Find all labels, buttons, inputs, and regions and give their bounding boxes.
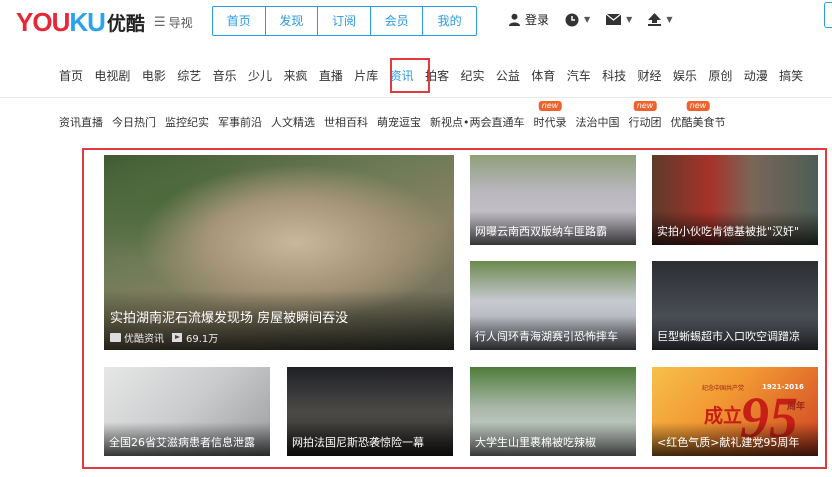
banner-top-text: 纪念中国共产党 xyxy=(702,385,745,392)
nav-divider xyxy=(0,97,832,98)
channel-item[interactable]: 电影 xyxy=(142,67,166,84)
logo-text: YOUKU xyxy=(16,6,106,37)
sub-nav-item[interactable]: 监控纪实 xyxy=(165,114,209,130)
banner-zhounian-text: 周年 xyxy=(787,402,806,412)
tab-vip[interactable]: 会员 xyxy=(371,7,424,35)
channel-item[interactable]: 汽车 xyxy=(567,67,591,84)
video-card[interactable]: 实拍小伙吃肯德基被批"汉奸" xyxy=(652,155,818,245)
sub-nav-item[interactable]: new 优酷美食节 xyxy=(671,101,726,130)
featured-plays: 69.1万 xyxy=(186,334,219,345)
video-card[interactable]: 网曝云南西双版纳车匪路霸 xyxy=(470,155,636,245)
channel-item[interactable]: 音乐 xyxy=(213,67,237,84)
video-title: 大学生山里裹棉被吃辣椒 xyxy=(475,436,596,449)
channel-item[interactable]: 纪实 xyxy=(460,67,484,84)
video-title: 网拍法国尼斯恐袭惊险一幕 xyxy=(292,436,424,449)
video-title: <红色气质>献礼建党95周年 xyxy=(657,436,800,449)
video-card[interactable]: 巨型蜥蜴超市入口吹空调蹭凉 xyxy=(652,261,818,350)
top-tabs: 首页 发现 订阅 会员 我的 xyxy=(212,6,477,36)
sub-nav-item[interactable]: new 行动团 xyxy=(629,101,662,130)
featured-meta: 优酷资讯 69.1万 xyxy=(110,330,218,345)
chevron-down-icon: ▼ xyxy=(584,15,591,24)
sub-nav-item[interactable]: 资讯直播 xyxy=(59,114,103,130)
user-icon xyxy=(508,13,521,26)
featured-title: 实拍湖南泥石流爆发现场 房屋被瞬间吞没 xyxy=(110,311,349,326)
upload-icon xyxy=(648,13,662,26)
mail-icon xyxy=(606,14,622,25)
sub-nav-item[interactable]: 军事前沿 xyxy=(218,114,262,130)
sub-nav-item[interactable]: 今日热门 xyxy=(112,114,156,130)
channel-item[interactable]: 直播 xyxy=(319,67,343,84)
channel-item[interactable]: 综艺 xyxy=(177,67,201,84)
chevron-down-icon: ▼ xyxy=(626,15,633,24)
guide-button[interactable]: ☰ 导视 xyxy=(154,14,193,31)
login-button[interactable]: 登录 xyxy=(508,11,549,28)
video-title: 行人闯环青海湖赛引恐怖摔车 xyxy=(475,330,618,343)
user-area: 登录 ▼ ▼ ▼ xyxy=(508,11,688,28)
youku-logo[interactable]: YOUKU 优酷 xyxy=(16,6,145,37)
video-card[interactable]: 网拍法国尼斯恐袭惊险一幕 xyxy=(287,367,453,456)
video-card[interactable]: 大学生山里裹棉被吃辣椒 xyxy=(470,367,636,456)
featured-source: 优酷资讯 xyxy=(124,334,164,345)
chevron-down-icon: ▼ xyxy=(666,15,673,24)
channel-item[interactable]: 电视剧 xyxy=(94,67,130,84)
new-badge: new xyxy=(686,101,710,111)
sub-nav-item[interactable]: 萌宠逗宝 xyxy=(377,114,421,130)
channel-item[interactable]: 财经 xyxy=(638,67,662,84)
tab-home[interactable]: 首页 xyxy=(213,7,266,35)
featured-video-card[interactable]: 实拍湖南泥石流爆发现场 房屋被瞬间吞没 优酷资讯 69.1万 xyxy=(104,155,454,350)
logo-cn-text: 优酷 xyxy=(106,12,145,35)
login-label: 登录 xyxy=(525,13,550,27)
sub-nav-item[interactable]: 世相百科 xyxy=(324,114,368,130)
new-badge: new xyxy=(633,101,657,111)
channel-item[interactable]: 动漫 xyxy=(744,67,768,84)
channel-item[interactable]: 公益 xyxy=(496,67,520,84)
channel-item[interactable]: 原创 xyxy=(708,67,732,84)
channel-item[interactable]: 科技 xyxy=(602,67,626,84)
channel-item[interactable]: 来疯 xyxy=(283,67,307,84)
play-count-icon xyxy=(172,333,182,342)
channel-item[interactable]: 首页 xyxy=(59,67,83,84)
tab-subscribe[interactable]: 订阅 xyxy=(318,7,371,35)
video-card[interactable]: 全国26省艾滋病患者信息泄露 xyxy=(104,367,270,456)
channel-item[interactable]: 片库 xyxy=(354,67,378,84)
video-title: 实拍小伙吃肯德基被批"汉奸" xyxy=(657,225,800,238)
tab-mine[interactable]: 我的 xyxy=(423,7,476,35)
history-menu[interactable]: ▼ xyxy=(565,13,590,27)
channel-item[interactable]: 娱乐 xyxy=(673,67,697,84)
sub-nav-item[interactable]: new 时代录 xyxy=(534,101,567,130)
channel-icon xyxy=(110,333,121,342)
channel-item[interactable]: 体育 xyxy=(531,67,555,84)
banner-years-text: 1921-2016 xyxy=(762,383,804,391)
video-card[interactable]: 纪念中国共产党 成立 95 1921-2016 周年 <红色气质>献礼建党95周… xyxy=(652,367,818,456)
guide-label: 导视 xyxy=(168,16,193,30)
video-title: 全国26省艾滋病患者信息泄露 xyxy=(109,436,255,449)
sidebar-edge[interactable] xyxy=(824,2,832,28)
video-card[interactable]: 行人闯环青海湖赛引恐怖摔车 xyxy=(470,261,636,350)
tab-discover[interactable]: 发现 xyxy=(266,7,319,35)
video-title: 巨型蜥蜴超市入口吹空调蹭凉 xyxy=(657,330,800,343)
active-channel-highlight xyxy=(390,58,430,93)
channel-nav: 首页 电视剧 电影 综艺 音乐 少儿 来疯 直播 片库 资讯 拍客 纪实 公益 … xyxy=(59,67,815,84)
upload-menu[interactable]: ▼ xyxy=(648,13,672,26)
new-badge: new xyxy=(538,101,562,111)
menu-icon: ☰ xyxy=(154,15,166,30)
channel-item[interactable]: 少儿 xyxy=(248,67,272,84)
sub-nav-item[interactable]: 人文精选 xyxy=(271,114,315,130)
channel-item[interactable]: 搞笑 xyxy=(779,67,803,84)
message-menu[interactable]: ▼ xyxy=(606,14,632,25)
clock-icon xyxy=(565,13,579,26)
sub-nav: 资讯直播 今日热门 监控纪实 军事前沿 人文精选 世相百科 萌宠逗宝 新视点•两… xyxy=(59,101,735,130)
sub-nav-item[interactable]: 法治中国 xyxy=(576,114,620,130)
video-title: 网曝云南西双版纳车匪路霸 xyxy=(475,225,607,238)
sub-nav-item[interactable]: 新视点•两会直通车 xyxy=(430,114,525,130)
